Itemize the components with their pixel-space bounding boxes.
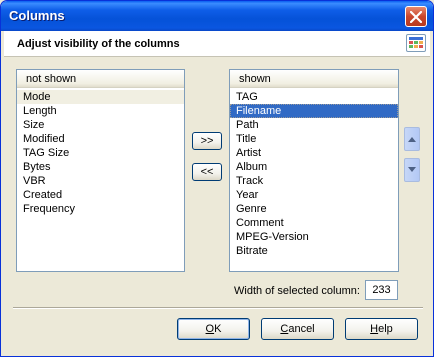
shown-header[interactable]: shown	[230, 70, 398, 88]
not-shown-header[interactable]: not shown	[17, 70, 184, 88]
list-item[interactable]: Created	[17, 188, 184, 202]
ok-button[interactable]: OK	[177, 318, 250, 340]
list-item[interactable]: Comment	[230, 216, 398, 230]
width-input[interactable]: 233	[365, 280, 398, 300]
arrow-down-icon	[408, 164, 416, 176]
help-button[interactable]: Help	[345, 318, 418, 340]
list-item[interactable]: Length	[17, 104, 184, 118]
columns-grid-icon	[406, 34, 426, 52]
list-item[interactable]: Album	[230, 160, 398, 174]
list-item[interactable]: Bitrate	[230, 244, 398, 258]
not-shown-items: Mode Length Size Modified TAG Size Bytes…	[17, 88, 184, 216]
move-down-button[interactable]	[404, 158, 420, 182]
header-band: Adjust visibility of the columns	[4, 31, 430, 57]
move-up-button[interactable]	[404, 127, 420, 151]
list-item[interactable]: Mode	[17, 90, 184, 104]
ok-label: OK	[205, 323, 222, 335]
help-label: Help	[370, 323, 393, 335]
title-bar[interactable]: Columns	[1, 1, 433, 31]
list-item[interactable]: Size	[17, 118, 184, 132]
arrow-up-icon	[408, 133, 416, 145]
shown-list[interactable]: shown TAG Filename Path Title Artist Alb…	[229, 69, 399, 272]
list-item[interactable]: TAG	[230, 90, 398, 104]
list-item[interactable]: Frequency	[17, 202, 184, 216]
list-item[interactable]: Artist	[230, 146, 398, 160]
cancel-button[interactable]: Cancel	[261, 318, 334, 340]
divider	[13, 307, 423, 309]
list-item[interactable]: Year	[230, 188, 398, 202]
cancel-label: Cancel	[280, 323, 315, 335]
list-item[interactable]: Track	[230, 174, 398, 188]
columns-dialog: Columns Adjust visibility of the columns…	[0, 0, 434, 357]
list-item[interactable]: Bytes	[17, 160, 184, 174]
close-button[interactable]	[405, 6, 427, 27]
header-title: Adjust visibility of the columns	[17, 38, 180, 50]
list-item[interactable]: Path	[230, 118, 398, 132]
list-item-selected[interactable]: Filename	[230, 104, 398, 118]
shown-items: TAG Filename Path Title Artist Album Tra…	[230, 88, 398, 258]
list-item[interactable]: MPEG-Version	[230, 230, 398, 244]
width-label: Width of selected column:	[234, 285, 360, 297]
list-item[interactable]: TAG Size	[17, 146, 184, 160]
window-title: Columns	[9, 8, 65, 23]
list-item[interactable]: Genre	[230, 202, 398, 216]
shown-header-label: shown	[239, 73, 271, 85]
not-shown-list[interactable]: not shown Mode Length Size Modified TAG …	[16, 69, 185, 272]
not-shown-header-label: not shown	[26, 73, 77, 85]
close-icon	[410, 10, 422, 23]
add-column-button[interactable]: >>	[192, 132, 222, 150]
list-item[interactable]: Modified	[17, 132, 184, 146]
remove-column-button[interactable]: <<	[192, 163, 222, 181]
list-item[interactable]: Title	[230, 132, 398, 146]
list-item[interactable]: VBR	[17, 174, 184, 188]
